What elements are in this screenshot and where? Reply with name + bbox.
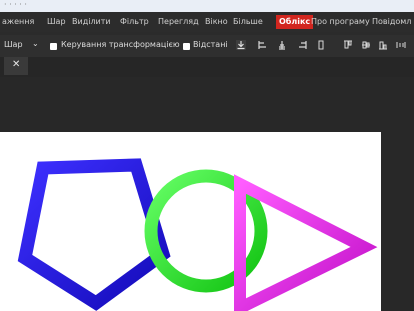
menu-window[interactable]: Вікно <box>205 16 228 28</box>
align-top-icon[interactable] <box>343 40 353 50</box>
menu-layer[interactable]: Шар <box>47 16 66 28</box>
align-vertical-center-icon[interactable] <box>361 40 371 50</box>
blue-pentagon <box>17 158 171 311</box>
close-icon[interactable]: ✕ <box>12 59 20 70</box>
menu-about[interactable]: Про програму <box>311 16 370 28</box>
transform-controls-checkbox[interactable] <box>50 43 57 50</box>
menu-filter[interactable]: Фільтр <box>120 16 149 28</box>
menu-image[interactable]: аження <box>2 16 34 28</box>
layer-select[interactable]: Шар <box>4 40 23 49</box>
transform-controls-label: Керування трансформацією <box>61 40 180 49</box>
distances-label: Відстані <box>193 40 228 49</box>
chevron-down-icon[interactable]: ⌄ <box>32 39 39 48</box>
menu-bar: аження Шар Виділити Фільтр Перегляд Вікн… <box>0 12 414 32</box>
align-center-icon[interactable] <box>277 40 287 50</box>
menu-notifications[interactable]: Повідомл <box>372 16 411 28</box>
menu-select[interactable]: Виділити <box>72 16 111 28</box>
distribute-icon[interactable] <box>396 40 406 50</box>
align-right-icon[interactable] <box>297 40 307 50</box>
align-left-icon[interactable] <box>258 40 268 50</box>
browser-top-strip: · · · · · <box>0 0 414 12</box>
top-strip-text: · · · · · <box>4 0 27 9</box>
menu-more[interactable]: Більше <box>233 16 263 28</box>
document-tab[interactable]: ✕ <box>4 57 28 75</box>
align-middle-icon[interactable] <box>316 40 326 50</box>
distances-checkbox[interactable] <box>183 43 190 50</box>
document-tab-bar: ✕ <box>0 57 414 77</box>
canvas-artwork <box>17 158 378 311</box>
download-icon[interactable] <box>236 40 246 50</box>
menu-view[interactable]: Перегляд <box>158 16 199 28</box>
align-bottom-icon[interactable] <box>378 40 388 50</box>
tool-options-bar: Шар ⌄ Керування трансформацією Відстані <box>0 35 414 57</box>
menu-account[interactable]: Облікс <box>276 15 314 29</box>
canvas[interactable] <box>0 132 381 311</box>
